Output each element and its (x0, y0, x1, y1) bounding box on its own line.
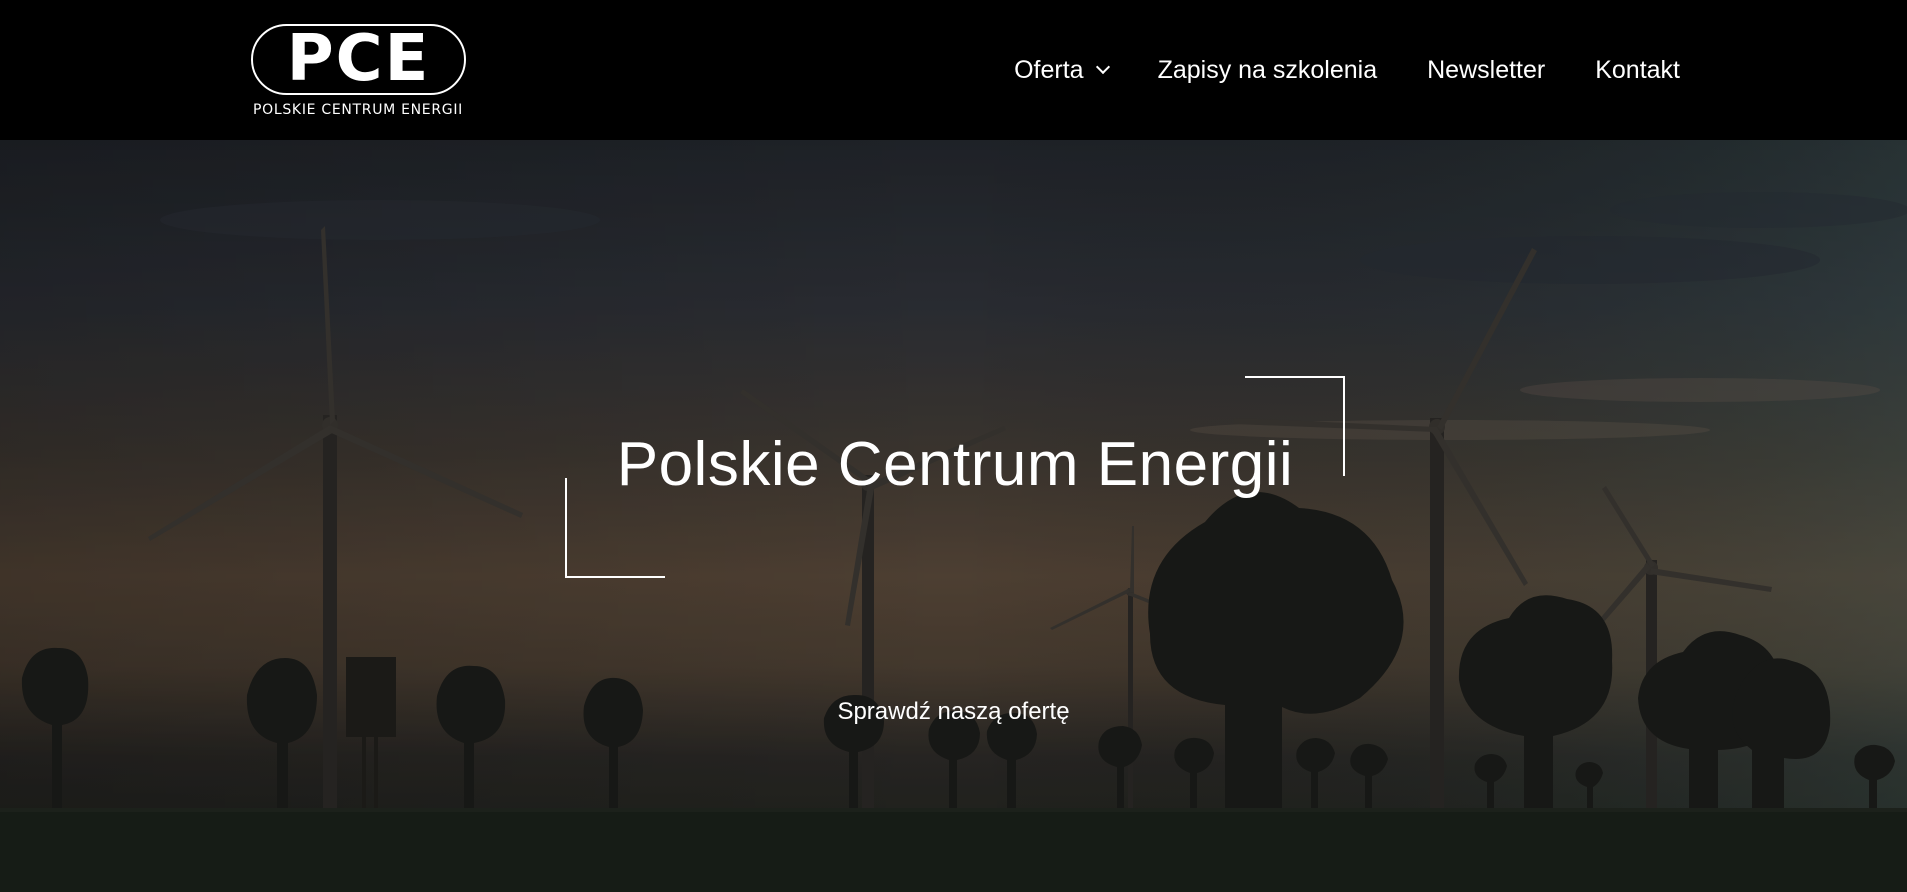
nav-item-label: Newsletter (1427, 55, 1546, 84)
site-header: PCE POLSKIE CENTRUM ENERGII Oferta Zapis… (0, 0, 1907, 140)
logo-subtitle: POLSKIE CENTRUM ENERGII (252, 102, 463, 118)
main-navigation: Oferta Zapisy na szkolenia Newsletter Ko… (1014, 52, 1680, 88)
chevron-down-icon (1095, 59, 1110, 75)
nav-item-zapisy-na-szkolenia[interactable]: Zapisy na szkolenia (1158, 56, 1378, 85)
hero-section: Polskie Centrum Energii Sprawdź naszą of… (0, 140, 1907, 892)
hero-cta-label: Sprawdź naszą ofertę (837, 698, 1070, 725)
nav-item-label: Zapisy na szkolenia (1157, 55, 1378, 84)
hero-cta-link[interactable]: Sprawdź naszą ofertę (0, 694, 1907, 730)
nav-item-kontakt[interactable]: Kontakt (1595, 56, 1680, 85)
nav-item-label: Kontakt (1595, 55, 1680, 84)
nav-item-newsletter[interactable]: Newsletter (1427, 56, 1545, 85)
nav-item-label: Oferta (1014, 55, 1084, 84)
hero-title-frame: Polskie Centrum Energii (565, 376, 1345, 578)
nav-item-oferta[interactable]: Oferta (1014, 55, 1110, 85)
logo-mark: PCE (286, 22, 431, 96)
hero-title: Polskie Centrum Energii (616, 430, 1294, 499)
site-logo[interactable]: PCE POLSKIE CENTRUM ENERGII (240, 24, 476, 122)
